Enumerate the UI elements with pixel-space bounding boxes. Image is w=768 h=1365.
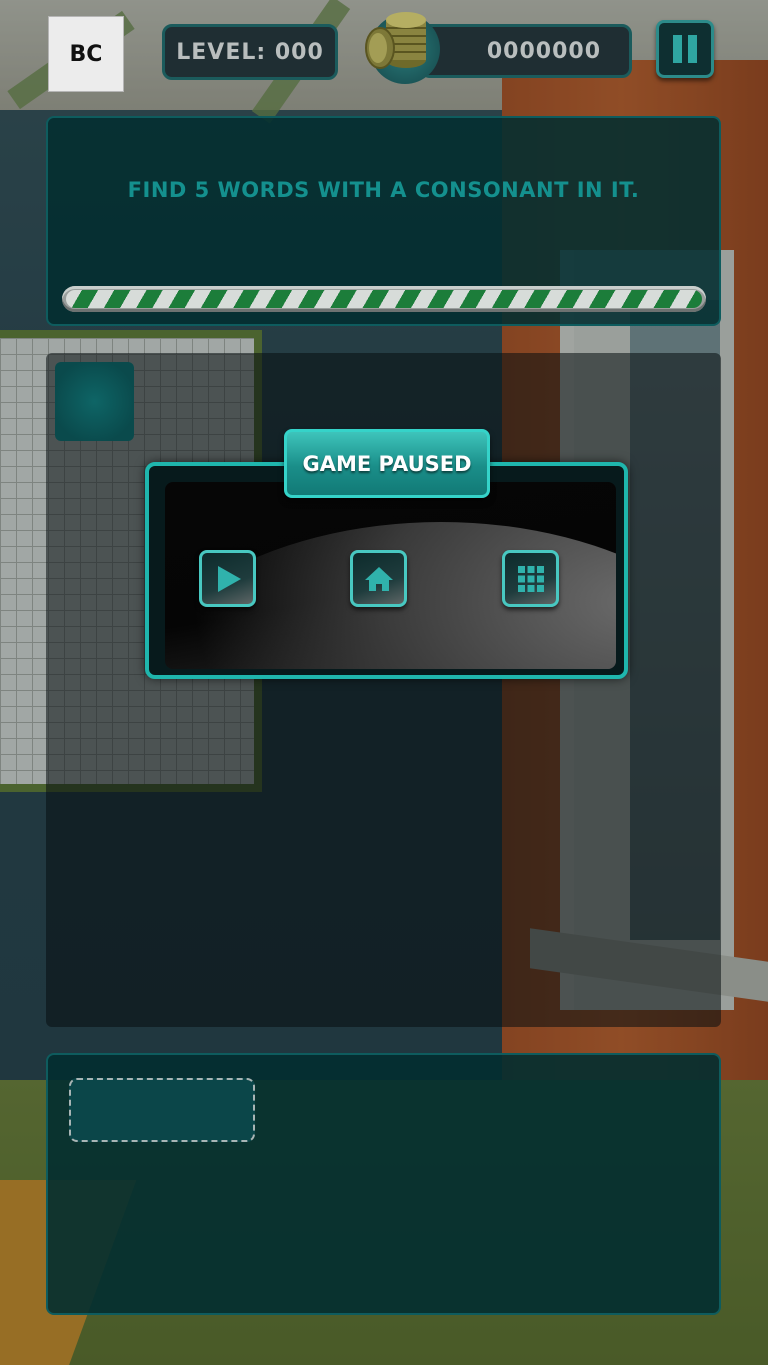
task-panel: FIND 5 WORDS WITH A CONSONANT IN IT.	[46, 116, 721, 326]
pause-dialog-title: GAME PAUSED	[284, 429, 490, 498]
resume-button[interactable]	[199, 550, 256, 607]
progress-bar-fill	[66, 290, 702, 308]
level-indicator: LEVEL: 000	[162, 24, 338, 80]
level-grid-icon	[517, 565, 544, 592]
play-icon	[217, 565, 241, 592]
home-button[interactable]	[350, 550, 407, 607]
pause-button[interactable]	[656, 20, 714, 78]
level-select-button[interactable]	[502, 550, 559, 607]
pause-icon	[673, 35, 682, 63]
coin-stack-icon	[365, 12, 426, 69]
pause-icon	[688, 35, 697, 63]
coin-counter: 0000000	[420, 24, 632, 78]
home-icon	[364, 566, 393, 591]
progress-bar	[62, 286, 706, 312]
task-instruction: FIND 5 WORDS WITH A CONSONANT IN IT.	[127, 178, 640, 202]
letter-grid-cell[interactable]	[55, 362, 134, 441]
word-slot	[69, 1078, 255, 1142]
app-logo: BC	[48, 16, 124, 92]
